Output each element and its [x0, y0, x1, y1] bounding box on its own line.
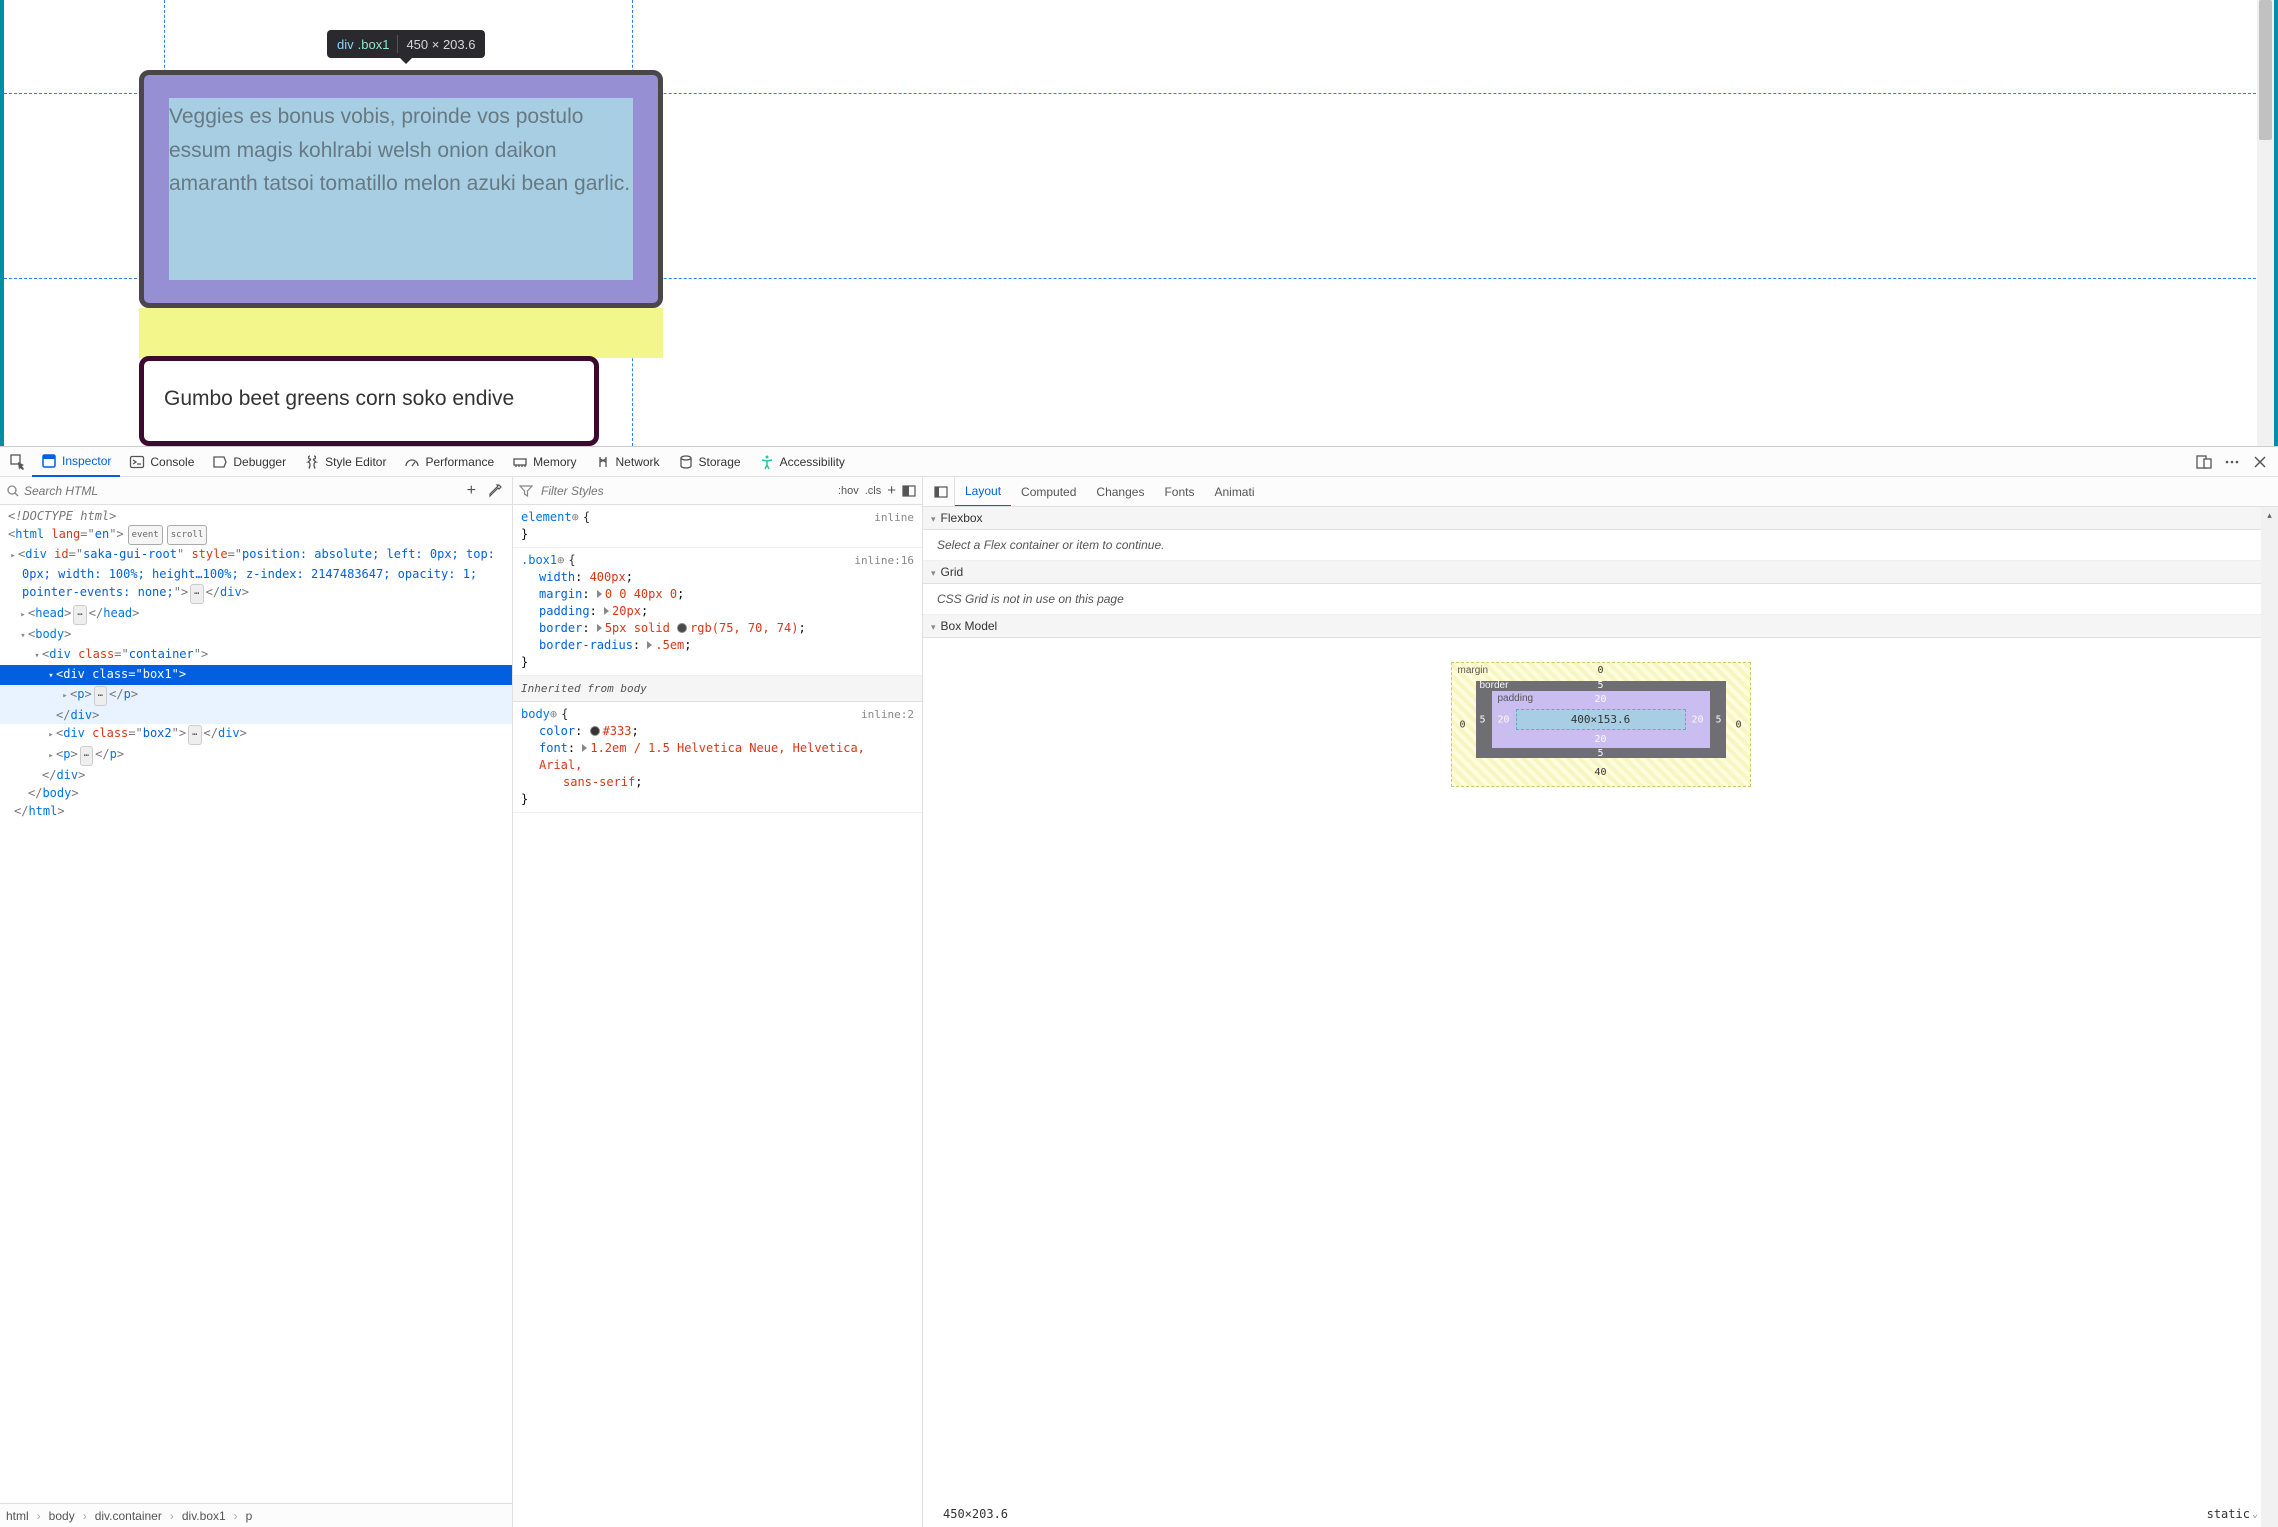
layout-tab-layout[interactable]: Layout [955, 477, 1011, 507]
eyedropper-button[interactable] [484, 484, 506, 498]
sidebar-toggle-button[interactable] [927, 477, 955, 507]
responsive-mode-button[interactable] [2190, 448, 2218, 476]
layout-tab-changes[interactable]: Changes [1086, 477, 1154, 507]
margin-highlight [139, 308, 663, 358]
close-devtools-button[interactable] [2246, 448, 2274, 476]
devtools-panel: Inspector Console Debugger Style Editor … [0, 446, 2278, 1527]
grid-message: CSS Grid is not in use on this page [923, 584, 2278, 615]
layout-tab-animations[interactable]: Animati [1204, 477, 1264, 507]
breadcrumb[interactable]: html› body› div.container› div.box1› p [0, 1503, 512, 1527]
layout-panel: Layout Computed Changes Fonts Animati Fl… [923, 477, 2278, 1527]
tab-style-editor[interactable]: Style Editor [295, 447, 395, 477]
boxmodel-section-header[interactable]: Box Model [923, 615, 2278, 638]
box-model-diagram[interactable]: margin 0 0 40 0 border 5 5 5 5 [923, 638, 2278, 797]
console-icon [129, 454, 145, 470]
dom-selected-node[interactable]: ▾<div class="box1"> [0, 665, 512, 685]
scroll-thumb[interactable] [2259, 0, 2272, 140]
flexbox-message: Select a Flex container or item to conti… [923, 530, 2278, 561]
memory-icon [512, 454, 528, 470]
search-icon [6, 484, 20, 498]
debugger-icon [212, 454, 228, 470]
tab-memory[interactable]: Memory [503, 447, 585, 477]
layout-tab-fonts[interactable]: Fonts [1154, 477, 1204, 507]
color-swatch[interactable] [590, 726, 600, 736]
tab-storage[interactable]: Storage [669, 447, 750, 477]
scroll-up-icon[interactable]: ▴ [2261, 507, 2278, 524]
tab-performance[interactable]: Performance [395, 447, 503, 477]
hov-toggle[interactable]: :hov [838, 485, 859, 497]
dom-panel: + <!DOCTYPE html> <html lang="en">events… [0, 477, 513, 1527]
app-root: Veggies es bonus vobis, proinde vos post… [0, 0, 2278, 1527]
add-node-button[interactable]: + [463, 482, 480, 500]
inspector-icon [41, 453, 57, 469]
search-html-input[interactable] [24, 484, 459, 498]
style-editor-icon [304, 454, 320, 470]
performance-icon [404, 454, 420, 470]
network-icon [595, 454, 611, 470]
styles-rules[interactable]: element ⊕ {inline } .box1 ⊕ {inline:16 w… [513, 505, 922, 1527]
tab-debugger[interactable]: Debugger [203, 447, 295, 477]
page-viewport: Veggies es bonus vobis, proinde vos post… [0, 0, 2278, 446]
filter-styles-input[interactable] [537, 484, 834, 498]
light-dark-toggle[interactable] [902, 484, 916, 498]
color-swatch[interactable] [677, 623, 687, 633]
inspected-box1[interactable]: Veggies es bonus vobis, proinde vos post… [139, 70, 663, 308]
tab-console[interactable]: Console [120, 447, 203, 477]
more-tools-button[interactable] [2218, 448, 2246, 476]
grid-section-header[interactable]: Grid [923, 561, 2278, 584]
inherited-from-label: Inherited from body [513, 676, 922, 702]
box2[interactable]: Gumbo beet greens corn soko endive [139, 356, 599, 446]
tab-inspector[interactable]: Inspector [32, 447, 120, 477]
layout-tab-computed[interactable]: Computed [1011, 477, 1086, 507]
new-rule-button[interactable]: + [887, 482, 896, 499]
selector-target-icon[interactable]: ⊕ [572, 509, 579, 526]
inspector-tooltip: div.box1 450 × 203.6 [327, 30, 485, 58]
tab-accessibility[interactable]: Accessibility [750, 447, 854, 477]
storage-icon [678, 454, 694, 470]
dom-tree[interactable]: <!DOCTYPE html> <html lang="en">eventscr… [0, 505, 512, 1503]
box2-paragraph: Gumbo beet greens corn soko endive [164, 383, 574, 415]
viewport-scrollbar[interactable]: ▴ [2257, 0, 2274, 446]
flexbox-section-header[interactable]: Flexbox [923, 507, 2278, 530]
filter-icon [519, 484, 533, 498]
tab-network[interactable]: Network [586, 447, 669, 477]
layout-scrollbar[interactable]: ▴ [2261, 507, 2278, 1527]
box1-paragraph: Veggies es bonus vobis, proinde vos post… [169, 98, 633, 203]
devtools-toolbar: Inspector Console Debugger Style Editor … [0, 447, 2278, 477]
accessibility-icon [759, 454, 775, 470]
computed-size-row: 450×203.6 static [943, 1507, 2258, 1521]
cls-toggle[interactable]: .cls [865, 485, 882, 497]
pick-element-button[interactable] [4, 448, 32, 476]
styles-panel: :hov .cls + element ⊕ {inline } .box1 ⊕ … [513, 477, 923, 1527]
position-select[interactable]: static [2207, 1507, 2258, 1521]
